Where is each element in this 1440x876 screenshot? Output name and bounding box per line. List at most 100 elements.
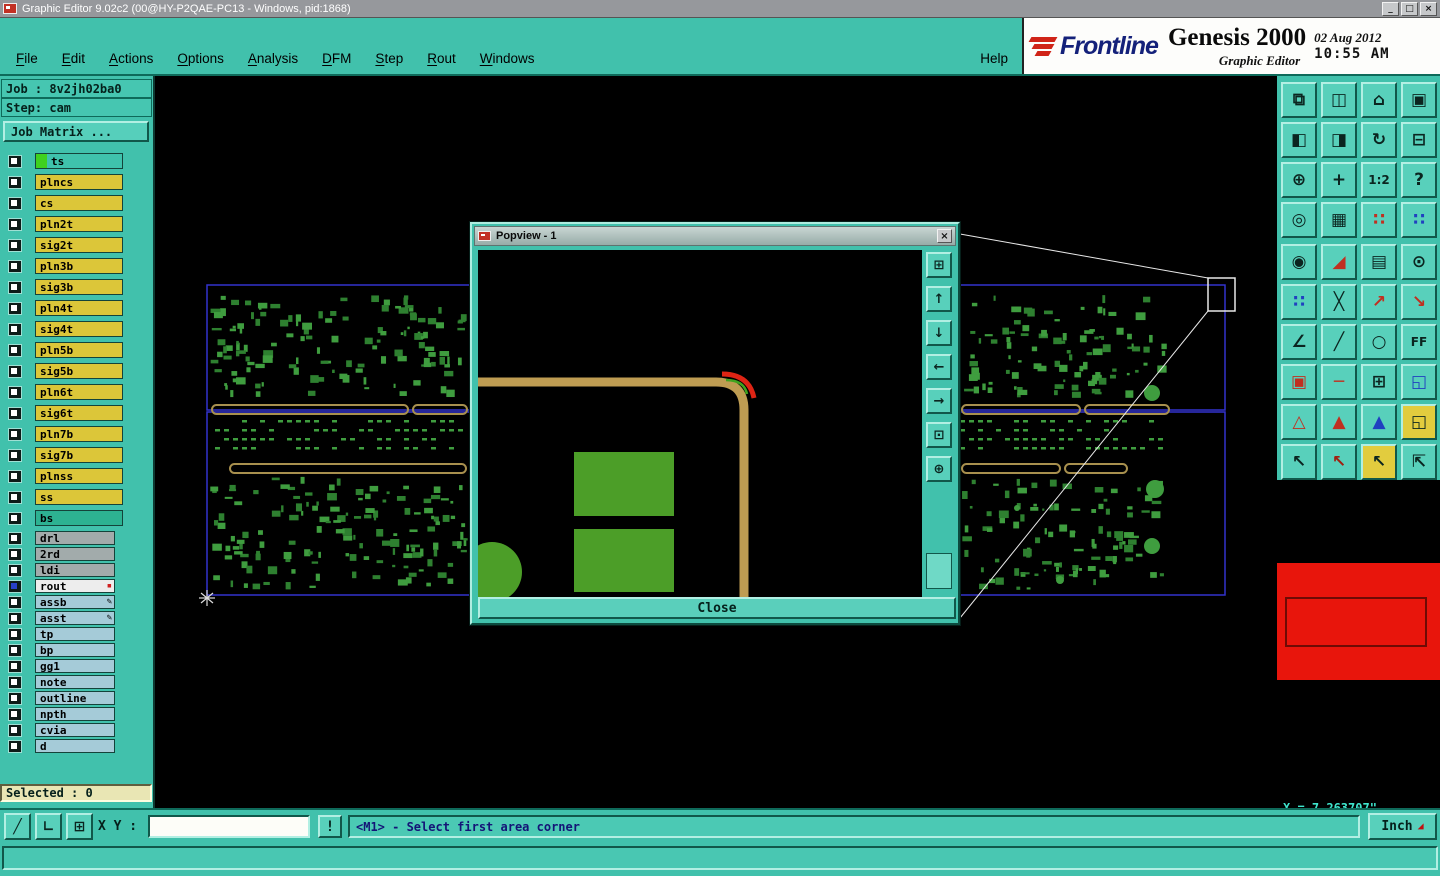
layer-checkbox-pln4t[interactable] [8,301,22,315]
window-add-button[interactable]: ⊞ [1361,364,1397,400]
layer-checkbox-sig5b[interactable] [8,364,22,378]
layer-label-note[interactable]: note [35,675,115,689]
close-button[interactable]: × [1420,1,1437,16]
layer-label-pln6t[interactable]: pln6t [35,384,123,400]
layer-checkbox-plncs[interactable] [8,175,22,189]
layer-checkbox-assb[interactable] [8,595,22,609]
menu-edit[interactable]: Edit [62,51,85,66]
delete-object-button[interactable]: ╳ [1321,284,1357,320]
layer-label-pln7b[interactable]: pln7b [35,426,123,442]
layer-checkbox-pln6t[interactable] [8,385,22,399]
job-matrix-button[interactable]: Job Matrix ... [3,121,149,142]
layer-label-cvia[interactable]: cvia [35,723,115,737]
layer-label-sig7b[interactable]: sig7b [35,447,123,463]
layer-label-sig3b[interactable]: sig3b [35,279,123,295]
corner-tool-button[interactable]: ∟ [35,813,62,840]
popview-canvas[interactable] [462,250,924,602]
copy-view-button[interactable]: ⧉ [1281,82,1317,118]
center-view-button[interactable]: ⊕ [926,456,952,482]
menu-windows[interactable]: Windows [480,51,535,66]
menu-step[interactable]: Step [375,51,403,66]
layer-checkbox-d[interactable] [8,739,22,753]
layer-row-ss[interactable]: ss [0,489,155,505]
circle-draw-button[interactable]: ○ [1361,324,1397,360]
layer-label-cs[interactable]: cs [35,195,123,211]
layer-row-sig2t[interactable]: sig2t [0,237,155,253]
origin-tool-button[interactable]: ⊞ [66,813,93,840]
layer-label-plnss[interactable]: plnss [35,468,123,484]
warn-outline-button[interactable]: △ [1281,404,1317,440]
layer-checkbox-drl[interactable] [8,531,22,545]
help-tool-button[interactable]: ? [1401,162,1437,198]
layer-row-pln5b[interactable]: pln5b [0,342,155,358]
popview-window[interactable]: Popview - 1 × ⊞ ↑ ↓ ← → ⊡ ⊕ Close [462,221,961,626]
minimize-button[interactable]: _ [1382,1,1399,16]
layer-label-rout[interactable]: rout ▪ [35,579,115,593]
layer-row-note[interactable]: note [0,675,155,689]
layer-label-tp[interactable]: tp [35,627,115,641]
layer-checkbox-pln7b[interactable] [8,427,22,441]
layer-checkbox-npth[interactable] [8,707,22,721]
layer-checkbox-tp[interactable] [8,627,22,641]
layer-checkbox-cs[interactable] [8,196,22,210]
layer-row-bs[interactable]: bs [0,510,155,526]
layer-checkbox-sig7b[interactable] [8,448,22,462]
layer-row-ts[interactable]: ts [0,153,155,169]
layer-row-rout[interactable]: rout ▪ [0,579,155,593]
menu-actions[interactable]: Actions [109,51,153,66]
center-origin-button[interactable]: ⊕ [1281,162,1317,198]
layer-checkbox-sig6t[interactable] [8,406,22,420]
route-select-button[interactable]: ⇱ [1401,444,1437,480]
layer-label-pln5b[interactable]: pln5b [35,342,123,358]
angle-measure-button[interactable]: ∠ [1281,324,1317,360]
layer-row-npth[interactable]: npth [0,707,155,721]
snap-point-button[interactable]: ◉ [1281,244,1317,280]
collapse-panel-button[interactable]: ⊟ [1401,122,1437,158]
region-red-button[interactable]: ▣ [1281,364,1317,400]
layer-label-asst[interactable]: asst ✎ [35,611,115,625]
layer-checkbox-sig4t[interactable] [8,322,22,336]
layer-checkbox-ts[interactable] [8,154,22,168]
layer-row-plnss[interactable]: plnss [0,468,155,484]
info-filled-button[interactable]: ▲ [1361,404,1397,440]
layer-label-pln3b[interactable]: pln3b [35,258,123,274]
layer-row-pln7b[interactable]: pln7b [0,426,155,442]
layer-checkbox-pln2t[interactable] [8,217,22,231]
layer-checkbox-pln3b[interactable] [8,259,22,273]
layer-checkbox-rout[interactable] [8,579,22,593]
layer-row-cs[interactable]: cs [0,195,155,211]
layer-label-bp[interactable]: bp [35,643,115,657]
zoom-1-2-button[interactable]: 1:2 [1361,162,1397,198]
pan-up-button[interactable]: ↑ [926,286,952,312]
layer-checkbox-note[interactable] [8,675,22,689]
layer-checkbox-ss[interactable] [8,490,22,504]
menu-analysis[interactable]: Analysis [248,51,298,66]
layer-label-pln2t[interactable]: pln2t [35,216,123,232]
pan-left-button[interactable]: ← [926,354,952,380]
layer-checkbox-outline[interactable] [8,691,22,705]
layer-label-ldi[interactable]: ldi [35,563,115,577]
layer-label-gg1[interactable]: gg1 [35,659,115,673]
layer-row-pln3b[interactable]: pln3b [0,258,155,274]
layer-row-outline[interactable]: outline [0,691,155,705]
line-tool-button[interactable]: ╱ [4,813,31,840]
layer-row-sig7b[interactable]: sig7b [0,447,155,463]
layer-label-drl[interactable]: drl [35,531,115,545]
home-view-button[interactable]: ⌂ [1361,82,1397,118]
dock-right-button[interactable]: ◨ [1321,122,1357,158]
warn-filled-button[interactable]: ▲ [1321,404,1357,440]
screen-view-button[interactable]: ◫ [1321,82,1357,118]
pan-right-button[interactable]: → [926,388,952,414]
layer-label-pln4t[interactable]: pln4t [35,300,123,316]
layer-checkbox-asst[interactable] [8,611,22,625]
layer-row-sig4t[interactable]: sig4t [0,321,155,337]
fill-corner-button[interactable]: ◢ [1321,244,1357,280]
layer-row-asst[interactable]: asst ✎ [0,611,155,625]
dock-left-button[interactable]: ◧ [1281,122,1317,158]
layer-checkbox-ldi[interactable] [8,563,22,577]
pan-view-button[interactable]: + [1321,162,1357,198]
select-arrow-yellow-button[interactable]: ↖ [1361,444,1397,480]
layer-stack-button[interactable]: ▤ [1361,244,1397,280]
layer-row-drl[interactable]: drl [0,531,155,545]
layer-label-sig5b[interactable]: sig5b [35,363,123,379]
